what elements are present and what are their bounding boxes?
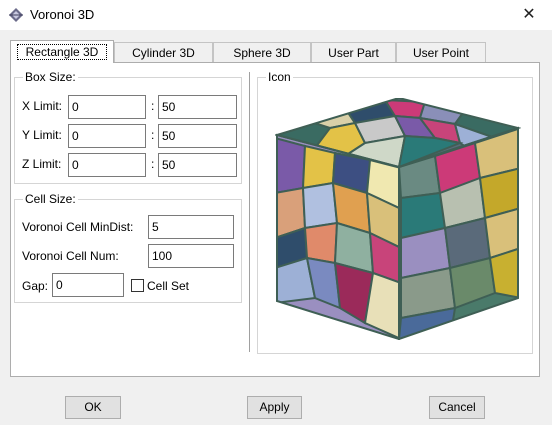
title-bar: Voronoi 3D ✕ [0, 0, 552, 30]
tab-label: Cylinder 3D [132, 46, 195, 60]
gap-input[interactable] [52, 273, 124, 297]
y-limit-separator: : [151, 128, 155, 142]
x-limit-min-input[interactable] [68, 95, 146, 119]
cell-set-label: Cell Set [147, 279, 190, 293]
tab-rectangle-3d[interactable]: Rectangle 3D [10, 40, 114, 63]
voronoi-cube-icon [275, 98, 521, 340]
cancel-button[interactable]: Cancel [429, 396, 485, 419]
voronoi-cell-num-label: Voronoi Cell Num: [22, 249, 119, 263]
x-limit-max-input[interactable] [158, 95, 237, 119]
tab-label: Sphere 3D [233, 46, 291, 60]
voronoi-app-icon [9, 8, 23, 22]
close-icon[interactable]: ✕ [506, 0, 552, 30]
icon-legend: Icon [268, 70, 291, 84]
box-size-legend: Box Size: [25, 70, 76, 84]
tab-user-point[interactable]: User Point [396, 42, 486, 62]
voronoi-cell-mindist-label: Voronoi Cell MinDist: [22, 220, 134, 234]
z-limit-min-input[interactable] [68, 153, 146, 177]
tab-cylinder-3d[interactable]: Cylinder 3D [114, 42, 213, 62]
tab-focus-rect [17, 44, 107, 60]
x-limit-label: X Limit: [22, 99, 63, 113]
tab-sphere-3d[interactable]: Sphere 3D [213, 42, 311, 62]
gap-label: Gap: [22, 279, 49, 293]
y-limit-max-input[interactable] [158, 124, 237, 148]
window-title: Voronoi 3D [30, 7, 95, 22]
z-limit-label: Z Limit: [22, 157, 62, 171]
ok-button[interactable]: OK [65, 396, 121, 419]
cell-set-checkbox[interactable] [131, 279, 144, 292]
apply-button[interactable]: Apply [247, 396, 302, 419]
y-limit-min-input[interactable] [68, 124, 146, 148]
panel-divider [249, 72, 250, 352]
cell-size-legend: Cell Size: [25, 192, 76, 206]
y-limit-label: Y Limit: [22, 128, 62, 142]
z-limit-max-input[interactable] [158, 153, 237, 177]
tab-label: User Part [328, 46, 379, 60]
tab-label: User Point [412, 46, 470, 60]
tab-user-part[interactable]: User Part [311, 42, 396, 62]
voronoi-cell-num-input[interactable] [148, 244, 234, 268]
voronoi-cell-mindist-input[interactable] [148, 215, 234, 239]
x-limit-separator: : [151, 99, 155, 113]
z-limit-separator: : [151, 157, 155, 171]
